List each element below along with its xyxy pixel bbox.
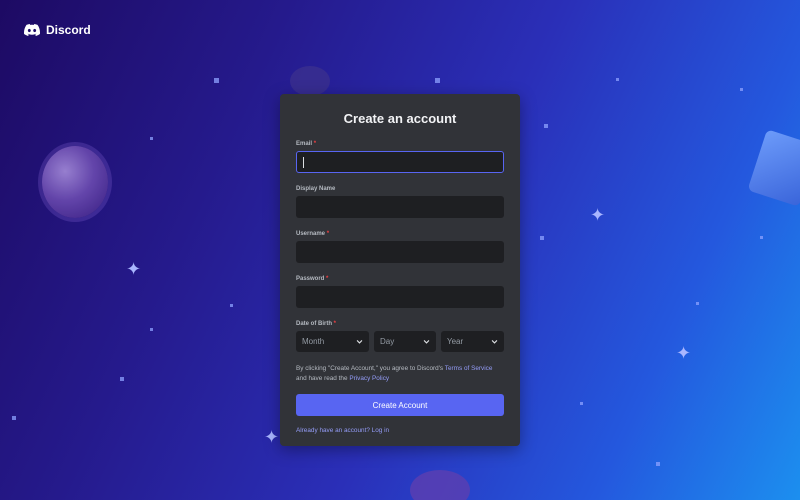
star-decoration xyxy=(544,124,548,128)
sparkle-decoration: ✦ xyxy=(126,259,142,279)
star-decoration xyxy=(230,304,233,307)
password-field-group: Password * xyxy=(296,272,504,308)
sparkle-decoration: ✦ xyxy=(590,205,606,225)
display-name-label: Display Name xyxy=(296,186,336,192)
password-label: Password * xyxy=(296,276,329,282)
required-marker: * xyxy=(313,141,317,147)
star-decoration xyxy=(580,402,583,405)
star-decoration xyxy=(696,302,699,305)
chevron-down-icon xyxy=(356,340,363,344)
star-decoration xyxy=(150,328,153,331)
month-placeholder: Month xyxy=(302,337,325,346)
star-decoration xyxy=(616,78,619,81)
sparkle-decoration: ✦ xyxy=(676,343,692,363)
dob-field-group: Date of Birth * Month Day Year xyxy=(296,317,504,352)
star-decoration xyxy=(214,78,219,83)
password-input[interactable] xyxy=(296,286,504,308)
register-form: Create an account Email * Display Name U… xyxy=(280,94,520,446)
logo-text: Discord xyxy=(46,23,91,37)
display-name-input[interactable] xyxy=(296,196,504,218)
discord-icon xyxy=(24,24,40,36)
discord-logo[interactable]: Discord xyxy=(24,22,91,38)
form-title: Create an account xyxy=(343,111,457,126)
star-decoration xyxy=(12,416,16,420)
email-field-group: Email * xyxy=(296,137,504,173)
dob-label: Date of Birth * xyxy=(296,321,337,327)
star-decoration xyxy=(540,236,544,240)
required-marker: * xyxy=(333,321,337,327)
star-decoration xyxy=(760,236,763,239)
floating-object-decoration xyxy=(290,66,330,96)
planet-decoration xyxy=(42,146,108,218)
create-account-button[interactable]: Create Account xyxy=(296,394,504,416)
email-input[interactable] xyxy=(296,151,504,173)
username-label: Username * xyxy=(296,231,330,237)
terms-notice: By clicking "Create Account," you agree … xyxy=(296,365,493,382)
year-placeholder: Year xyxy=(447,337,464,346)
display-name-field-group: Display Name xyxy=(296,182,504,218)
required-marker: * xyxy=(326,276,329,282)
day-select[interactable]: Day xyxy=(374,331,436,352)
year-select[interactable]: Year xyxy=(441,331,504,352)
chevron-down-icon xyxy=(491,340,498,344)
dob-selects: Month Day Year xyxy=(296,331,504,352)
star-decoration xyxy=(740,88,743,91)
text-caret xyxy=(303,156,304,168)
username-input[interactable] xyxy=(296,241,504,263)
floating-object-decoration xyxy=(410,470,470,500)
day-placeholder: Day xyxy=(380,337,395,346)
star-decoration xyxy=(656,462,660,466)
required-marker: * xyxy=(326,231,330,237)
chevron-down-icon xyxy=(423,340,430,344)
username-field-group: Username * xyxy=(296,227,504,263)
month-select[interactable]: Month xyxy=(296,331,369,352)
star-decoration xyxy=(150,137,153,140)
email-label: Email * xyxy=(296,141,317,147)
sparkle-decoration: ✦ xyxy=(264,427,280,447)
star-decoration xyxy=(120,377,124,381)
terms-of-service-link[interactable]: Terms of Service xyxy=(445,365,493,372)
privacy-policy-link[interactable]: Privacy Policy xyxy=(349,375,389,382)
cube-decoration xyxy=(747,129,800,207)
login-link[interactable]: Already have an account? Log in xyxy=(296,427,504,434)
star-decoration xyxy=(435,78,440,83)
